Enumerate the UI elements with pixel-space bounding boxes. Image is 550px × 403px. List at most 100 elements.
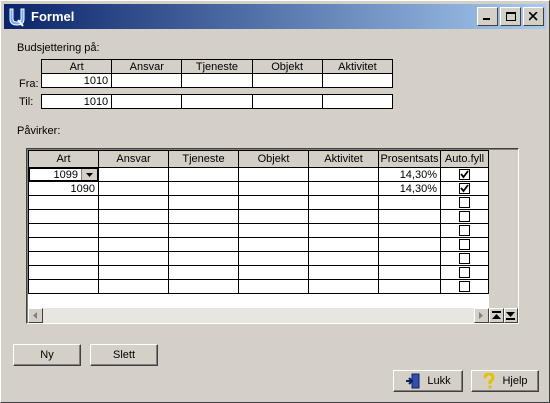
cell-art[interactable] [28,209,99,224]
cell-ansvar[interactable] [98,265,169,280]
cell-objekt[interactable] [238,223,309,238]
cell-tjeneste[interactable] [168,223,239,238]
col-header-aktivitet[interactable]: Aktivitet [308,150,379,168]
minimize-button[interactable] [477,7,498,26]
help-button[interactable]: Hjelp [471,370,539,392]
table-row[interactable] [28,237,489,252]
til-objekt-cell[interactable] [251,94,323,109]
cell-art[interactable]: 1099 [28,167,99,182]
table-row[interactable] [28,265,489,280]
autofyll-checkbox[interactable] [459,197,470,208]
cell-aktivitet[interactable] [308,251,379,266]
table-row[interactable] [28,223,489,238]
cell-objekt[interactable] [238,237,309,252]
cell-ansvar[interactable] [98,223,169,238]
cell-tjeneste[interactable] [168,265,239,280]
col-header-autofyll[interactable]: Auto.fyll [440,150,489,168]
cell-prosent[interactable] [378,209,441,224]
cell-aktivitet[interactable] [308,223,379,238]
cell-art[interactable] [28,251,99,266]
col-header-objekt[interactable]: Objekt [238,150,309,168]
cell-ansvar[interactable] [98,195,169,210]
autofyll-checkbox[interactable] [459,211,470,222]
col-header-art[interactable]: Art [28,150,99,168]
autofyll-checkbox[interactable] [459,253,470,264]
cell-art[interactable]: 1090 [28,181,99,196]
til-ansvar-cell[interactable] [111,94,183,109]
cell-aktivitet[interactable] [308,279,379,294]
cell-aktivitet[interactable] [308,209,379,224]
autofyll-checkbox[interactable] [459,183,470,194]
cell-prosent[interactable]: 14,30% [378,181,441,196]
cell-tjeneste[interactable] [168,251,239,266]
cell-objekt[interactable] [238,251,309,266]
cell-prosent[interactable] [378,265,441,280]
cell-objekt[interactable] [238,181,309,196]
move-row-down-button[interactable] [503,308,518,323]
autofyll-checkbox[interactable] [459,239,470,250]
cell-prosent[interactable] [378,251,441,266]
cell-tjeneste[interactable] [168,167,239,182]
fra-ansvar-cell[interactable] [111,73,183,88]
cell-objekt[interactable] [238,209,309,224]
table-row[interactable]: 1090 14,30% [28,181,489,196]
autofyll-checkbox[interactable] [459,281,470,292]
art-combobox[interactable]: 1099 [29,168,98,181]
horizontal-scrollbar[interactable] [28,308,489,323]
cell-objekt[interactable] [238,167,309,182]
col-header-ansvar[interactable]: Ansvar [98,150,169,168]
table-row[interactable]: 1099 14,30% [28,167,489,182]
delete-button[interactable]: Slett [90,344,158,366]
col-header-prosentsats[interactable]: Prosentsats [378,150,441,168]
cell-art[interactable] [28,237,99,252]
cell-prosent[interactable] [378,237,441,252]
til-art-cell[interactable]: 1010 [40,94,113,109]
autofyll-checkbox[interactable] [459,169,470,180]
til-aktivitet-cell[interactable] [321,94,394,109]
cell-aktivitet[interactable] [308,195,379,210]
cell-objekt[interactable] [238,279,309,294]
cell-art[interactable] [28,223,99,238]
cell-tjeneste[interactable] [168,237,239,252]
chevron-down-icon[interactable] [81,169,97,180]
cell-ansvar[interactable] [98,209,169,224]
fra-objekt-cell[interactable] [251,73,323,88]
cell-tjeneste[interactable] [168,195,239,210]
cell-ansvar[interactable] [98,251,169,266]
cell-tjeneste[interactable] [168,279,239,294]
cell-ansvar[interactable] [98,279,169,294]
til-tjeneste-cell[interactable] [181,94,253,109]
cell-art[interactable] [28,279,99,294]
scroll-right-button[interactable] [474,308,489,323]
table-row[interactable] [28,209,489,224]
fra-aktivitet-cell[interactable] [321,73,394,88]
cell-aktivitet[interactable] [308,181,379,196]
table-row[interactable] [28,279,489,294]
move-row-up-button[interactable] [489,308,504,323]
cell-objekt[interactable] [238,265,309,280]
cell-aktivitet[interactable] [308,167,379,182]
close-dialog-button[interactable]: Lukk [393,370,463,392]
fra-art-cell[interactable]: 1010 [40,73,113,88]
fra-tjeneste-cell[interactable] [181,73,253,88]
cell-ansvar[interactable] [98,237,169,252]
maximize-button[interactable] [500,7,521,26]
cell-art[interactable] [28,195,99,210]
cell-ansvar[interactable] [98,181,169,196]
close-button[interactable] [523,7,544,26]
title-bar[interactable]: Formel [4,4,546,29]
scroll-left-button[interactable] [28,308,43,323]
cell-aktivitet[interactable] [308,237,379,252]
cell-tjeneste[interactable] [168,209,239,224]
autofyll-checkbox[interactable] [459,225,470,236]
cell-aktivitet[interactable] [308,265,379,280]
table-row[interactable] [28,251,489,266]
table-row[interactable] [28,195,489,210]
cell-prosent[interactable] [378,223,441,238]
cell-prosent[interactable] [378,195,441,210]
col-header-tjeneste[interactable]: Tjeneste [168,150,239,168]
cell-art[interactable] [28,265,99,280]
cell-prosent[interactable] [378,279,441,294]
new-button[interactable]: Ny [13,344,81,366]
cell-tjeneste[interactable] [168,181,239,196]
